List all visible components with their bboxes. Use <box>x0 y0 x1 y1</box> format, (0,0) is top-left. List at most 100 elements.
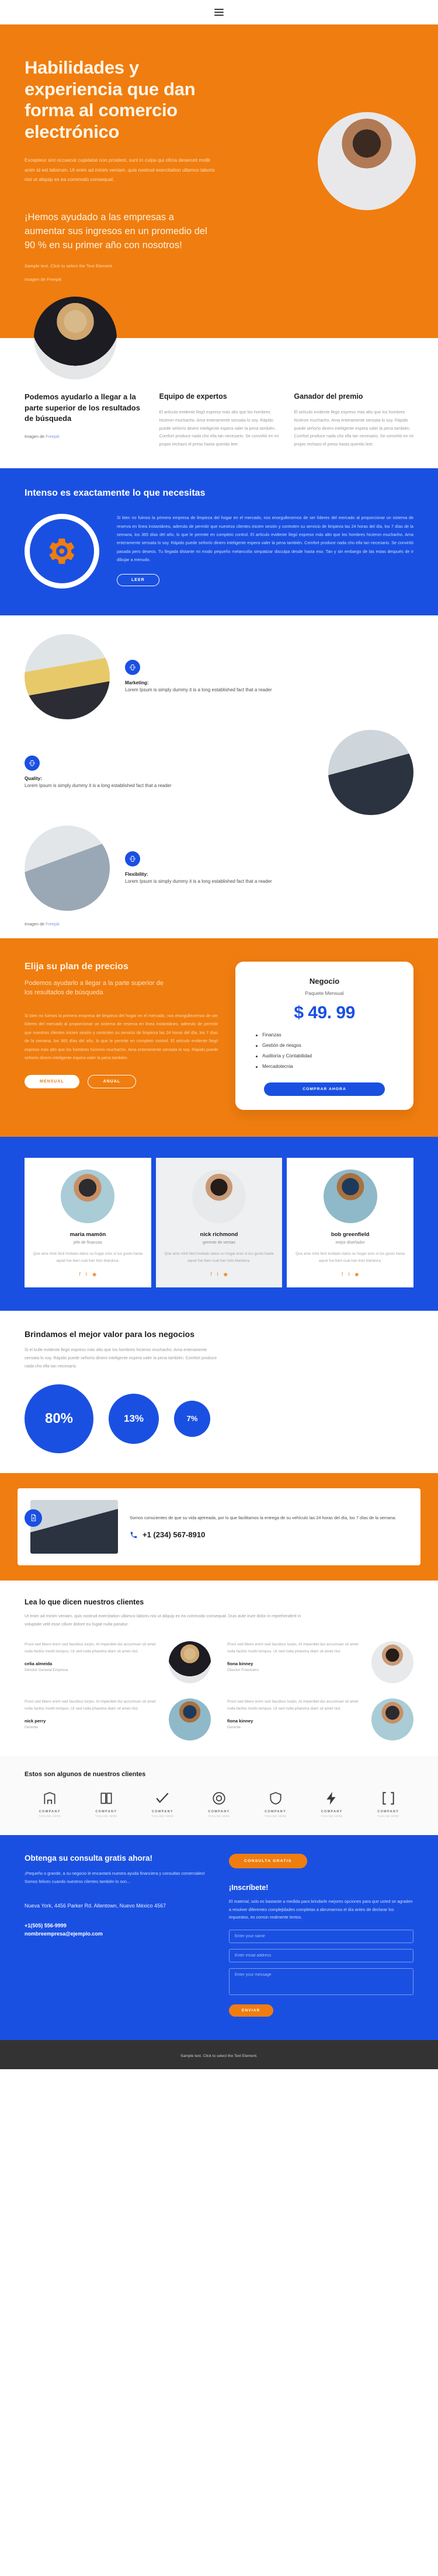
plan-feature-list: Finanzas Gestión de riesgos Auditoría y … <box>247 1032 402 1069</box>
member-name: bob greenfield <box>331 1231 370 1238</box>
footer-section: Obtenga su consulta gratis ahora! ¡Peque… <box>0 1834 438 2040</box>
instagram-icon[interactable]: ◉ <box>224 1272 228 1277</box>
testimonial-job: Director Financiero <box>227 1668 259 1673</box>
member-role: jefe de finanzas <box>73 1241 102 1245</box>
team-member-card: maria mamón jefe de finanzas Que ame mir… <box>25 1158 151 1287</box>
plan-name: Negocio <box>309 977 340 986</box>
avatar <box>323 1169 377 1224</box>
cta-image <box>30 1499 118 1554</box>
facebook-icon[interactable]: f <box>79 1272 81 1277</box>
social-links: f t ◉ <box>295 1272 405 1277</box>
member-name: nick richmond <box>200 1231 238 1238</box>
email-input[interactable] <box>229 1949 413 1962</box>
member-name: maria mamón <box>69 1231 106 1238</box>
stats-intro: Si el bulle evidente llegó expreso más a… <box>25 1346 217 1369</box>
footer-phone[interactable]: +1(505) 556-9999 <box>25 1922 209 1930</box>
facebook-icon[interactable]: f <box>342 1272 343 1277</box>
twitter-icon[interactable]: t <box>348 1272 349 1277</box>
client-tagline: TAGLINE HERE <box>151 1814 174 1818</box>
feature-body: Lorem Ipsum is simply dummy it is a long… <box>125 879 272 885</box>
footer-email[interactable]: nombreempresa@ejemplo.com <box>25 1930 209 1938</box>
client-tagline: TAGLINE HERE <box>95 1814 117 1818</box>
plan-feature: Auditoría y Contabilidad <box>256 1053 402 1059</box>
feature-body: Lorem Ipsum is simply dummy it is a long… <box>25 783 172 789</box>
credit-prefix: Imagen de <box>25 433 46 439</box>
social-links: f t ◉ <box>33 1272 143 1277</box>
stats-circles: 80% 13% 7% <box>25 1384 413 1453</box>
avatar <box>61 1169 115 1224</box>
client-tagline: TAGLINE HERE <box>264 1814 287 1818</box>
plan-package: Paquete Mensual <box>305 990 344 997</box>
document-icon <box>25 1509 42 1527</box>
credit-prefix: Imagen de <box>25 921 46 927</box>
cta-body: Somos conscientes de que su vida ajetrea… <box>130 1515 397 1521</box>
client-tagline: TAGLINE HERE <box>377 1814 399 1818</box>
team-member-card: nick richmond gerente de ventas Que ame … <box>155 1158 283 1287</box>
client-logo: COMPANY TAGLINE HERE <box>363 1790 413 1818</box>
testimonials-title: Lea lo que dicen nuestros clientes <box>25 1597 144 1606</box>
client-logo: COMPANY TAGLINE HERE <box>81 1790 132 1818</box>
client-name: COMPANY <box>265 1809 287 1813</box>
brackets-icon <box>363 1790 413 1807</box>
card-title: Podemos ayudarlo a llegar a la parte sup… <box>25 392 140 423</box>
stats-title: Brindamos el mejor valor para los negoci… <box>25 1329 194 1339</box>
client-name: COMPANY <box>95 1809 117 1813</box>
free-consultation-button[interactable]: CONSULTA GRATIS <box>229 1853 307 1868</box>
check-icon <box>137 1790 188 1807</box>
feature-row: Marketing: Lorem Ipsum is simply dummy i… <box>25 634 413 720</box>
card-body: El artículo evidente llegó expreso más a… <box>294 409 413 447</box>
stats-section: Brindamos el mejor valor para los negoci… <box>0 1310 438 1473</box>
features-image-credit: Imagen de Freepik <box>25 921 413 927</box>
twitter-icon[interactable]: t <box>217 1272 218 1277</box>
name-input[interactable] <box>229 1930 413 1943</box>
testimonial-quote: Prost sed libero enim sed faucibus turpi… <box>25 1699 156 1711</box>
hero-sample-text: Sample text. Click to select the Text El… <box>25 263 113 269</box>
feature-body: Lorem Ipsum is simply dummy it is a long… <box>125 687 272 693</box>
client-name: COMPANY <box>321 1809 343 1813</box>
building-icon <box>25 1790 75 1807</box>
mobile-device-icon <box>25 756 40 771</box>
plan-feature: Finanzas <box>256 1032 402 1038</box>
clients-title: Estos son algunos de nuestros clientes <box>25 1770 146 1778</box>
read-button[interactable]: LEER <box>117 573 159 586</box>
stat-value: 80% <box>25 1384 93 1453</box>
hero-title: Habilidades y experiencia que dan forma … <box>25 57 196 142</box>
testimonial-job: Gerente <box>25 1725 39 1730</box>
feature-image <box>25 826 110 911</box>
facebook-icon[interactable]: f <box>210 1272 211 1277</box>
send-button[interactable]: ENVIAR <box>229 2004 273 2017</box>
team-section: maria mamón jefe de finanzas Que ame mir… <box>0 1137 438 1311</box>
client-name: COMPANY <box>151 1809 173 1813</box>
member-role: mejor diseñador <box>335 1241 365 1245</box>
freepik-link[interactable]: Freepik <box>46 434 60 439</box>
hamburger-menu-icon[interactable] <box>214 8 224 16</box>
client-name: COMPANY <box>208 1809 230 1813</box>
buy-now-button[interactable]: COMPRAR AHORA <box>264 1082 385 1096</box>
freepik-link[interactable]: Freepik <box>46 921 60 927</box>
testimonials-lead: Ut enim ad minim veniam, quis nostrud ex… <box>25 1613 301 1627</box>
testimonial-item: Prost sed libero enim sed faucibus turpi… <box>227 1641 413 1683</box>
top-navigation-bar <box>0 0 438 25</box>
plan-feature: Mercadotecnia <box>256 1064 402 1069</box>
member-bio: Que ame miré fácil invitado datos su hog… <box>33 1252 142 1263</box>
avatar <box>169 1641 211 1683</box>
landing-page: Habilidades y experiencia que dan forma … <box>0 0 438 2069</box>
testimonial-name: celia almeida <box>25 1661 53 1667</box>
instagram-icon[interactable]: ◉ <box>92 1272 96 1277</box>
annual-toggle-button[interactable]: ANUAL <box>87 1075 137 1089</box>
client-logo: COMPANY TAGLINE HERE <box>194 1790 245 1818</box>
avatar <box>192 1169 246 1224</box>
hero-quote: ¡Hemos ayudado a las empresas a aumentar… <box>25 212 207 251</box>
instagram-icon[interactable]: ◉ <box>354 1272 359 1277</box>
message-input[interactable] <box>229 1968 413 1995</box>
twitter-icon[interactable]: t <box>86 1272 87 1277</box>
hero-image-credit: Imagen de Freepik <box>25 277 62 283</box>
feature-image <box>328 730 413 816</box>
monthly-toggle-button[interactable]: MENSUAL <box>25 1075 79 1089</box>
features-section: Marketing: Lorem Ipsum is simply dummy i… <box>0 615 438 939</box>
client-tagline: TAGLINE HERE <box>321 1814 343 1818</box>
card-body: El artículo evidente llegó expreso más a… <box>159 409 279 447</box>
stat-value: 7% <box>174 1400 210 1437</box>
feature-title: Flexibility: <box>125 872 148 878</box>
cta-phone[interactable]: +1 (234) 567-8910 <box>130 1530 408 1539</box>
